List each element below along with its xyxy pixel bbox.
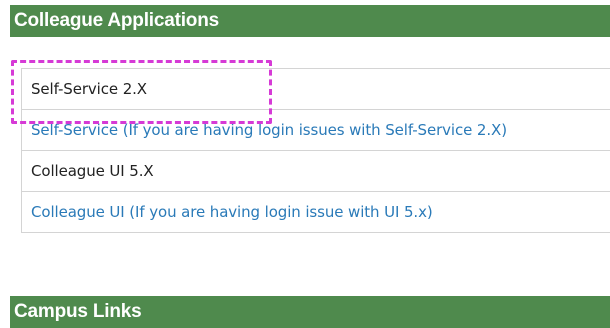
colleague-applications-link-list: Self-Service 2.X Self-Service (If you ar…: [21, 68, 610, 233]
page: Colleague Applications Self-Service 2.X …: [0, 0, 610, 328]
self-service-2x-link[interactable]: Self-Service 2.X: [21, 69, 610, 110]
colleague-ui-5x-link[interactable]: Colleague UI 5.X: [21, 151, 610, 192]
colleague-applications-header: Colleague Applications: [10, 5, 610, 37]
colleague-ui-fallback-link[interactable]: Colleague UI (If you are having login is…: [21, 192, 610, 233]
campus-links-header: Campus Links: [10, 296, 610, 328]
self-service-fallback-link[interactable]: Self-Service (If you are having login is…: [21, 110, 610, 151]
